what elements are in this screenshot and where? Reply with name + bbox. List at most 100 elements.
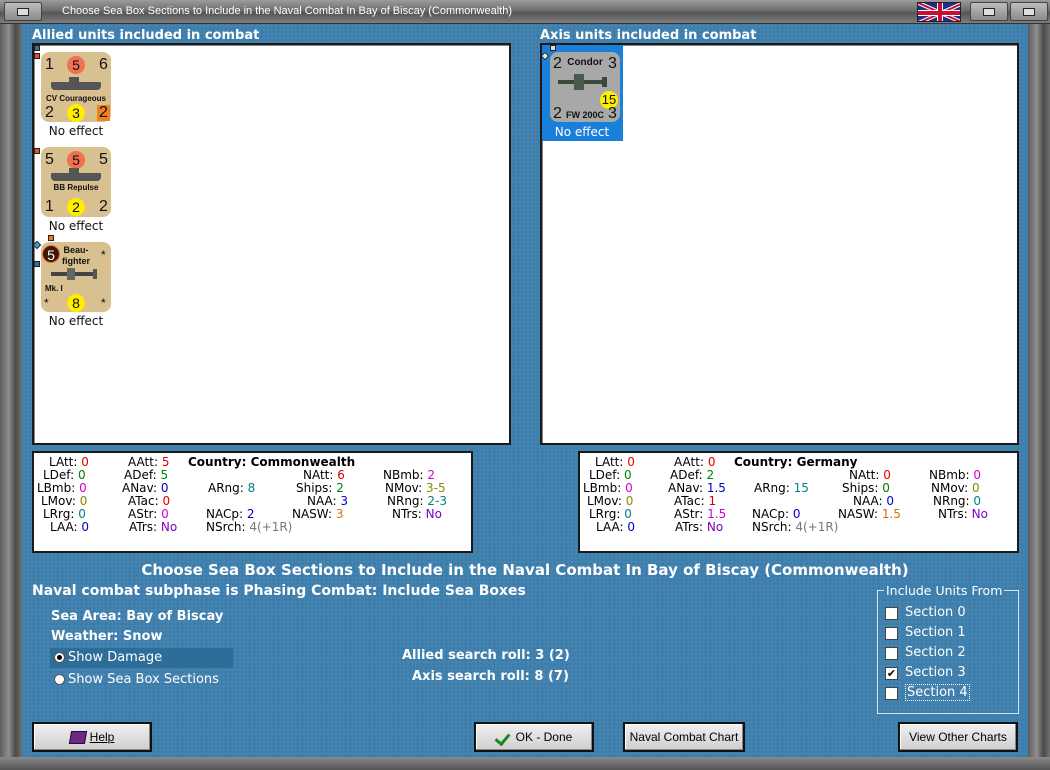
stat-laa: 0 — [627, 520, 635, 534]
stat-latt: 0 — [81, 455, 89, 469]
counter-value: * — [44, 296, 49, 310]
stat-latt: 0 — [627, 455, 635, 469]
show-damage-label: Show Damage — [68, 650, 163, 665]
stat-adef: 5 — [160, 468, 169, 482]
stat-lbmb: 0 — [79, 481, 87, 495]
unit-subname: Mk. I — [45, 284, 63, 293]
radio-selected-icon — [54, 652, 65, 663]
other-charts-label: View Other Charts — [909, 730, 1007, 744]
counter-value: 3 — [608, 55, 617, 72]
include-units-group: Include Units From Section 0 Section 1 S… — [877, 583, 1019, 714]
axis-units-header: Axis units included in combat — [540, 28, 757, 43]
section-label: Section 1 — [905, 625, 966, 640]
axis-search-label: Axis search roll: — [412, 669, 530, 684]
show-damage-radio[interactable]: Show Damage — [50, 648, 233, 668]
help-button[interactable]: Help — [32, 722, 152, 752]
subphase-text: Naval combat subphase is Phasing Combat:… — [32, 583, 526, 599]
stat-lbmb: 0 — [625, 481, 633, 495]
unit-effect: No effect — [48, 314, 104, 328]
sea-area-label: Sea Area: — [51, 609, 122, 624]
stat-nasw: 1.5 — [881, 507, 901, 521]
minimize-button[interactable] — [970, 2, 1008, 21]
stat-nrng: 2-3 — [427, 494, 448, 508]
counter-value: 1 — [45, 198, 54, 215]
counter-value: 2 — [45, 104, 54, 121]
unit-counter-condor[interactable]: 2 Condor 3 15 2 FW 200C 3 — [550, 52, 620, 122]
stat-arng: 15 — [793, 481, 809, 495]
counter-value: 5 — [67, 151, 85, 169]
axis-units-list[interactable]: 2 Condor 3 15 2 FW 200C 3 No effect — [540, 43, 1019, 445]
section-3-checkbox[interactable]: ✔ Section 3 — [885, 664, 1015, 682]
checkbox-icon — [885, 627, 898, 640]
ship-icon — [51, 77, 101, 90]
stat-lrrg: 0 — [624, 507, 632, 521]
stat-lmov: 0 — [625, 494, 634, 508]
stat-atac: 1 — [708, 494, 717, 508]
stat-ships: 0 — [882, 481, 890, 495]
stat-ldef: 0 — [623, 468, 632, 482]
unit-counter-beaufighter[interactable]: 5 Beau- fighter * Mk. I * 8 * — [41, 242, 111, 312]
stat-nasw: 3 — [335, 507, 344, 521]
show-sea-box-sections-radio[interactable]: Show Sea Box Sections — [50, 670, 233, 690]
stat-atrs: No — [160, 520, 178, 534]
title-bar[interactable]: Choose Sea Box Sections to Include in th… — [0, 0, 1050, 24]
unit-name: BB Repulse — [53, 183, 99, 192]
counter-value: 3 — [67, 104, 85, 122]
unit-counter-bb-repulse[interactable]: 5 5 5 BB Repulse 1 2 2 — [41, 147, 111, 217]
counter-value: 2 — [97, 104, 110, 121]
allied-search-label: Allied search roll: — [402, 648, 531, 663]
unit-effect: No effect — [554, 125, 610, 139]
stat-anav: 1.5 — [706, 481, 726, 495]
maximize-button[interactable] — [1010, 2, 1048, 21]
stat-natt: 6 — [337, 468, 345, 482]
unit-marker-icon — [48, 235, 54, 241]
unit-name: CV Courageous — [45, 94, 106, 103]
stat-naa: 3 — [340, 494, 349, 508]
include-units-legend: Include Units From — [884, 583, 1005, 598]
section-2-checkbox[interactable]: Section 2 — [885, 644, 1015, 662]
help-book-icon — [68, 731, 87, 745]
counter-value: 3 — [608, 105, 617, 122]
stat-lmov: 0 — [79, 494, 88, 508]
country-name: Germany — [796, 455, 858, 469]
ok-label: OK - Done — [515, 730, 573, 744]
weather-value: Snow — [122, 629, 163, 644]
dialog-content: Allied units included in combat Axis uni… — [22, 24, 1028, 757]
uk-flag-icon — [917, 2, 961, 22]
stat-atrs: No — [706, 520, 724, 534]
system-menu-button[interactable] — [4, 2, 42, 21]
section-4-checkbox[interactable]: Section 4 — [885, 684, 1015, 702]
window-icon — [17, 8, 29, 16]
allied-units-list[interactable]: 1 5 6 CV Courageous 2 3 2 No effect 5 5 … — [32, 43, 511, 445]
unit-counter-cv-courageous[interactable]: 1 5 6 CV Courageous 2 3 2 — [41, 52, 111, 122]
counter-value: 1 — [45, 56, 54, 73]
unit-marker-icon — [550, 45, 556, 51]
checkmark-icon — [496, 731, 512, 745]
stat-nmov: 0 — [971, 481, 980, 495]
stat-nmov: 3-5 — [425, 481, 446, 495]
counter-value: * — [101, 296, 106, 310]
stat-astr: 1.5 — [707, 507, 727, 521]
stat-adef: 2 — [706, 468, 715, 482]
counter-value: 5 — [99, 151, 108, 168]
stat-atac: 0 — [162, 494, 171, 508]
section-label: Section 3 — [905, 665, 966, 680]
counter-value: 5 — [45, 151, 54, 168]
stat-ldef: 0 — [77, 468, 86, 482]
view-other-charts-button[interactable]: View Other Charts — [898, 722, 1018, 752]
stat-laa: 0 — [81, 520, 89, 534]
naval-combat-chart-button[interactable]: Naval Combat Chart — [623, 722, 745, 752]
stat-nacp: 0 — [792, 507, 801, 521]
stat-naa: 0 — [886, 494, 895, 508]
counter-value: 2 — [99, 198, 108, 215]
weather-label: Weather: — [51, 629, 119, 644]
counter-value: 6 — [99, 56, 108, 73]
right-border — [1028, 24, 1050, 757]
unit-effect: No effect — [48, 124, 104, 138]
section-1-checkbox[interactable]: Section 1 — [885, 624, 1015, 642]
section-0-checkbox[interactable]: Section 0 — [885, 604, 1015, 622]
section-label: Section 2 — [905, 645, 966, 660]
section-label: Section 4 — [905, 684, 970, 701]
ok-done-button[interactable]: OK - Done — [474, 722, 594, 752]
axis-stats-panel: LAtt: 0 LDef: 0 LBmb: 0 LMov: 0 LRrg: 0 … — [578, 451, 1019, 553]
